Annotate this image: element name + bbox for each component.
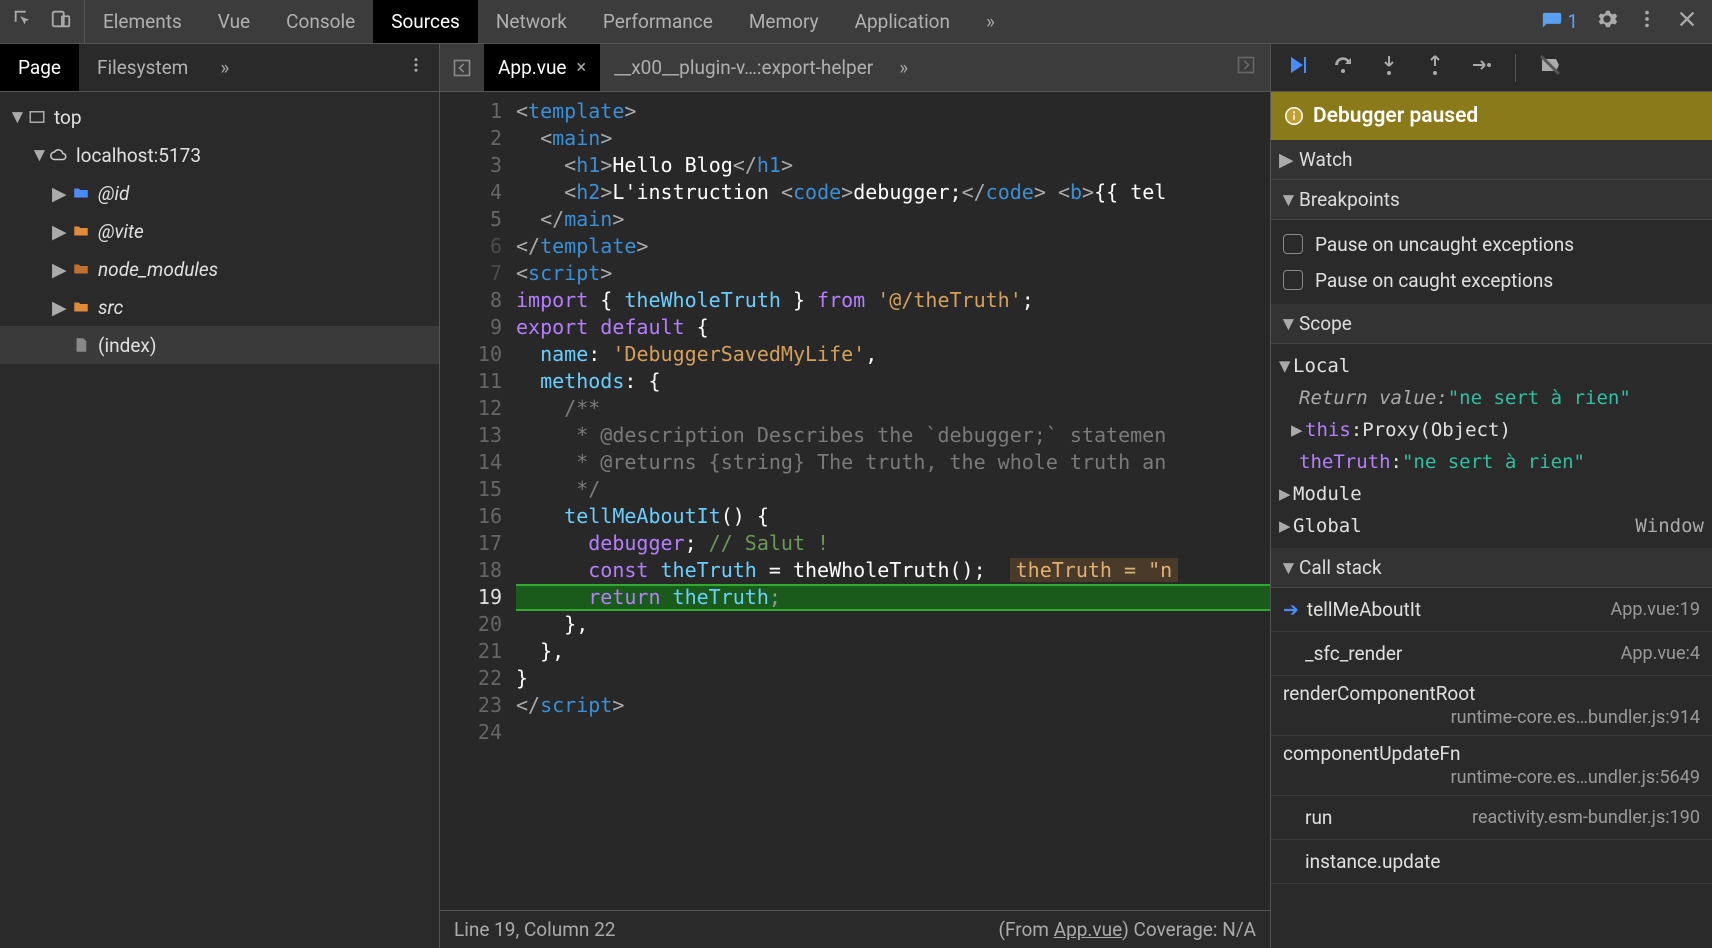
breakpoints-header[interactable]: ▼Breakpoints: [1271, 180, 1712, 220]
issues-badge[interactable]: 1: [1541, 10, 1578, 33]
file-tree: ▼top▼localhost:5173▶@id▶@vite▶node_modul…: [0, 92, 439, 948]
scope-body: ▼Local Return value: "ne sert à rien" ▶t…: [1271, 344, 1712, 548]
tree-item-localhost5173[interactable]: ▼localhost:5173: [0, 136, 439, 174]
callstack-frame[interactable]: ➔tellMeAboutItApp.vue:19: [1271, 588, 1712, 632]
scope-global[interactable]: ▶Global Window: [1271, 510, 1712, 542]
scope-return[interactable]: Return value: "ne sert à rien": [1271, 382, 1712, 414]
toolbar-divider: [1515, 54, 1516, 82]
toolbar-inspect-group: [0, 0, 85, 43]
editor-tab-plugin[interactable]: __x00__plugin-v…:export-helper: [600, 44, 887, 91]
code-area[interactable]: 123456789101112131415161718192021222324 …: [440, 92, 1270, 910]
debugger-pane: Debugger paused ▶Watch ▼Breakpoints Paus…: [1270, 44, 1712, 948]
tree-item-id[interactable]: ▶@id: [0, 174, 439, 212]
tree-item-top[interactable]: ▼top: [0, 98, 439, 136]
more-icon[interactable]: [1636, 8, 1658, 35]
devtools-tab-console[interactable]: Console: [268, 0, 373, 43]
callstack-body: ➔tellMeAboutItApp.vue:19_sfc_renderApp.v…: [1271, 588, 1712, 884]
devtools-tab-performance[interactable]: Performance: [585, 0, 731, 43]
devtools-tabs-overflow[interactable]: »: [968, 0, 1013, 43]
sidebar-tabs-overflow[interactable]: »: [206, 56, 243, 79]
checkbox[interactable]: [1283, 270, 1303, 290]
breakpoint-caught[interactable]: Pause on caught exceptions: [1271, 262, 1712, 298]
code[interactable]: <template> <main> <h1>Hello Blog</h1> <h…: [512, 92, 1270, 910]
editor-nav-next-icon[interactable]: [1222, 55, 1270, 80]
close-icon[interactable]: [1676, 8, 1698, 35]
breakpoint-uncaught[interactable]: Pause on uncaught exceptions: [1271, 226, 1712, 262]
editor-tab-label: __x00__plugin-v…:export-helper: [614, 56, 873, 79]
editor-tabs: App.vue × __x00__plugin-v…:export-helper…: [440, 44, 1270, 92]
tree-item-vite[interactable]: ▶@vite: [0, 212, 439, 250]
editor-tab-close-icon[interactable]: ×: [577, 57, 587, 78]
cursor-position: Line 19, Column 22: [454, 918, 615, 941]
editor-nav-prev-icon[interactable]: [440, 44, 484, 91]
editor-tab-appvue[interactable]: App.vue ×: [484, 44, 600, 91]
step-into-icon[interactable]: [1377, 53, 1401, 82]
banner-text: Debugger paused: [1313, 104, 1478, 128]
tree-item-index[interactable]: (index): [0, 326, 439, 364]
scope-local[interactable]: ▼Local: [1271, 350, 1712, 382]
statusbar: Line 19, Column 22 (From App.vue) Covera…: [440, 910, 1270, 948]
source-file-link[interactable]: App.vue: [1054, 918, 1123, 941]
sidebar-tab-page[interactable]: Page: [0, 44, 79, 91]
callstack-frame[interactable]: renderComponentRootruntime-core.es…bundl…: [1271, 676, 1712, 736]
devtools-tab-vue[interactable]: Vue: [200, 0, 268, 43]
sidebar-menu-icon[interactable]: [393, 56, 439, 79]
scope-thetruth[interactable]: theTruth: "ne sert à rien": [1271, 446, 1712, 478]
debugger-toolbar: [1271, 44, 1712, 92]
step-icon[interactable]: [1469, 53, 1493, 82]
sidebar-tabs: Page Filesystem »: [0, 44, 439, 92]
devtools-tab-elements[interactable]: Elements: [85, 0, 200, 43]
sources-sidebar: Page Filesystem » ▼top▼localhost:5173▶@i…: [0, 44, 440, 948]
issues-count: 1: [1567, 10, 1578, 33]
info-icon: [1285, 107, 1303, 125]
statusbar-right: (From App.vue) Coverage: N/A: [998, 918, 1256, 941]
resume-icon[interactable]: [1285, 53, 1309, 82]
scope-this[interactable]: ▶this: Proxy(Object): [1271, 414, 1712, 446]
devtools-tabs: ElementsVueConsoleSourcesNetworkPerforma…: [85, 0, 968, 43]
devtools-tab-sources[interactable]: Sources: [373, 0, 478, 43]
debugger-paused-banner: Debugger paused: [1271, 92, 1712, 140]
callstack-frame[interactable]: runreactivity.esm-bundler.js:190: [1271, 796, 1712, 840]
tree-item-src[interactable]: ▶src: [0, 288, 439, 326]
device-toolbar-icon[interactable]: [50, 8, 72, 35]
watch-header[interactable]: ▶Watch: [1271, 140, 1712, 180]
editor-tab-label: App.vue: [498, 56, 567, 79]
step-out-icon[interactable]: [1423, 53, 1447, 82]
callstack-frame[interactable]: _sfc_renderApp.vue:4: [1271, 632, 1712, 676]
main-layout: Page Filesystem » ▼top▼localhost:5173▶@i…: [0, 44, 1712, 948]
devtools-toolbar: ElementsVueConsoleSourcesNetworkPerforma…: [0, 0, 1712, 44]
breakpoints-body: Pause on uncaught exceptions Pause on ca…: [1271, 220, 1712, 304]
toolbar-right: 1: [1541, 8, 1712, 35]
deactivate-breakpoints-icon[interactable]: [1538, 53, 1562, 82]
sidebar-tab-filesystem[interactable]: Filesystem: [79, 44, 206, 91]
editor-area: App.vue × __x00__plugin-v…:export-helper…: [440, 44, 1270, 948]
scope-header[interactable]: ▼Scope: [1271, 304, 1712, 344]
scope-module[interactable]: ▶Module: [1271, 478, 1712, 510]
settings-icon[interactable]: [1596, 8, 1618, 35]
devtools-tab-application[interactable]: Application: [837, 0, 968, 43]
gutter: 123456789101112131415161718192021222324: [440, 92, 512, 910]
checkbox[interactable]: [1283, 234, 1303, 254]
devtools-tab-memory[interactable]: Memory: [731, 0, 837, 43]
tree-item-nodemodules[interactable]: ▶node_modules: [0, 250, 439, 288]
inspect-element-icon[interactable]: [12, 8, 34, 35]
editor-tabs-overflow[interactable]: »: [887, 56, 920, 79]
callstack-frame[interactable]: instance.update: [1271, 840, 1712, 884]
step-over-icon[interactable]: [1331, 53, 1355, 82]
devtools-tab-network[interactable]: Network: [478, 0, 585, 43]
callstack-header[interactable]: ▼Call stack: [1271, 548, 1712, 588]
callstack-frame[interactable]: componentUpdateFnruntime-core.es…undler.…: [1271, 736, 1712, 796]
